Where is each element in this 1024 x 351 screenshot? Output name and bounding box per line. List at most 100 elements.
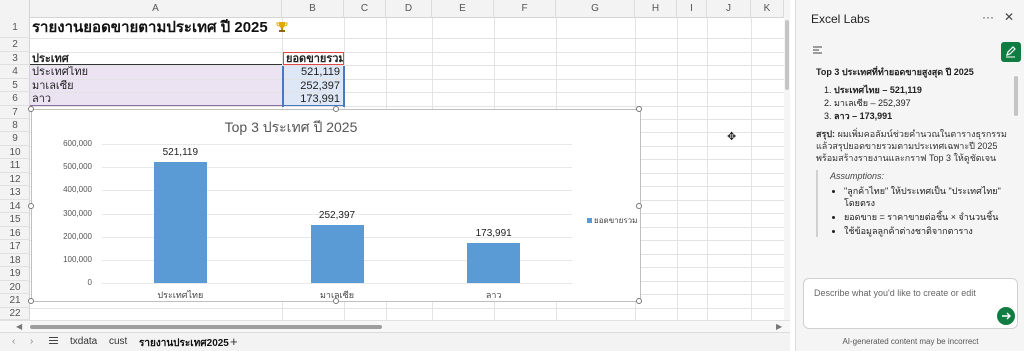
resize-handle[interactable]	[28, 203, 34, 209]
move-cursor-icon: ✥	[727, 131, 737, 143]
row-header[interactable]: 8	[0, 119, 30, 132]
vertical-scrollbar[interactable]	[784, 0, 790, 320]
range-highlight-border	[282, 66, 284, 107]
row-header[interactable]: 6	[0, 92, 30, 106]
column-header-a[interactable]: A	[30, 0, 282, 18]
list-item: มาเลเซีย – 252,397	[834, 97, 1016, 109]
resize-handle[interactable]	[28, 106, 34, 112]
chart-legend[interactable]: ยอดขายรวม	[587, 214, 637, 227]
ai-disclaimer: AI-generated content may be incorrect	[842, 337, 979, 346]
resize-handle[interactable]	[28, 298, 34, 304]
row-header[interactable]: 19	[0, 267, 30, 281]
add-sheet-button[interactable]: +	[230, 334, 238, 349]
menu-icon[interactable]	[812, 44, 824, 58]
bar[interactable]	[310, 224, 364, 283]
resize-handle[interactable]	[636, 203, 642, 209]
row-header[interactable]: 21	[0, 294, 30, 308]
row-header[interactable]: 4	[0, 65, 30, 79]
row-header[interactable]: 20	[0, 281, 30, 294]
scroll-left-icon[interactable]: ◀	[16, 321, 22, 332]
column-header-k[interactable]: K	[751, 0, 784, 18]
column-header-b[interactable]: B	[282, 0, 344, 18]
row-header[interactable]: 15	[0, 213, 30, 227]
tab-prev-icon[interactable]: ‹	[12, 336, 15, 347]
sheet-tab-report-2025[interactable]: รายงานประเทศ2025	[139, 336, 229, 351]
scroll-right-icon[interactable]: ▶	[776, 321, 782, 332]
close-pane-icon[interactable]: ✕	[1004, 10, 1014, 24]
top-countries-list: ประเทศไทย – 521,119 มาเลเซีย – 252,397 ล…	[834, 84, 1016, 122]
header-country-cell[interactable]: ประเทศ	[30, 53, 282, 65]
x-tick-label: ประเทศไทย	[157, 290, 204, 300]
bar[interactable]	[467, 242, 521, 283]
row-header[interactable]: 5	[0, 79, 30, 92]
row-header[interactable]: 17	[0, 240, 30, 254]
row-header[interactable]: 1	[0, 18, 30, 38]
vertical-scroll-thumb[interactable]	[785, 20, 789, 90]
y-tick-label: 0	[87, 278, 92, 287]
row-header-bar: 1 2 3 4 5 6 7 8 9 10 11 12 13 14 15 16 1…	[0, 18, 30, 320]
resize-handle[interactable]	[333, 298, 339, 304]
horizontal-scrollbar[interactable]: ◀ ▶	[0, 320, 790, 332]
sheet-tab-txdata[interactable]: txdata	[70, 336, 97, 347]
sales-cell[interactable]: 521,119	[283, 66, 344, 79]
prompt-input[interactable]: Describe what you'd like to create or ed…	[803, 278, 1018, 329]
column-header-j[interactable]: J	[707, 0, 751, 18]
data-label[interactable]: 252,397	[297, 210, 377, 221]
select-all-corner[interactable]	[0, 0, 30, 18]
range-highlight-border	[343, 66, 345, 107]
column-header-e[interactable]: E	[432, 0, 494, 18]
trophy-icon	[276, 22, 288, 32]
chart-title[interactable]: Top 3 ประเทศ ปี 2025	[32, 117, 550, 139]
all-sheets-menu-icon[interactable]	[48, 335, 59, 349]
list-item: ประเทศไทย – 521,119	[834, 84, 1016, 96]
sales-cell[interactable]: 173,991	[283, 93, 344, 106]
sheet-tab-cust[interactable]: cust	[109, 336, 127, 347]
report-title: รายงานยอดขายตามประเทศ ปี 2025	[32, 19, 268, 36]
more-options-icon[interactable]: ···	[982, 10, 994, 24]
row-header[interactable]: 14	[0, 200, 30, 213]
country-cell[interactable]: ประเทศไทย	[30, 66, 282, 79]
country-cell[interactable]: ลาว	[30, 93, 282, 106]
row-header[interactable]: 16	[0, 227, 30, 240]
send-button[interactable]	[997, 307, 1015, 325]
arrow-right-icon	[1002, 312, 1011, 320]
row-header[interactable]: 11	[0, 159, 30, 173]
column-header-bar: A B C D E F G H I J K	[0, 0, 790, 18]
row-header[interactable]: 13	[0, 186, 30, 200]
spreadsheet[interactable]: A B C D E F G H I J K 1 2 3 4 5 6 7 8 9 …	[0, 0, 790, 332]
column-header-g[interactable]: G	[556, 0, 635, 18]
data-label[interactable]: 521,119	[140, 147, 220, 158]
header-sales-cell[interactable]: ยอดขายรวม	[283, 52, 344, 65]
row-header[interactable]: 22	[0, 308, 30, 320]
edit-icon	[1006, 46, 1016, 58]
resize-handle[interactable]	[636, 298, 642, 304]
y-tick-label: 300,000	[63, 208, 92, 218]
y-tick-label: 200,000	[63, 231, 92, 241]
bar[interactable]	[153, 162, 207, 283]
row-header[interactable]: 10	[0, 146, 30, 159]
row-header[interactable]: 3	[0, 52, 30, 65]
country-cell[interactable]: มาเลเซีย	[30, 80, 282, 92]
horizontal-scroll-thumb[interactable]	[30, 325, 382, 329]
resize-handle[interactable]	[333, 106, 339, 112]
pane-scroll-thumb[interactable]	[1014, 76, 1018, 116]
row-header[interactable]: 7	[0, 106, 30, 119]
tab-next-icon[interactable]: ›	[30, 336, 33, 347]
bar-chart[interactable]: Top 3 ประเทศ ปี 2025 600,000 500,000 400,0…	[28, 106, 642, 304]
row-header[interactable]: 9	[0, 132, 30, 146]
column-header-d[interactable]: D	[386, 0, 432, 18]
response-heading: Top 3 ประเทศที่ทำยอดขายสูงสุด ปี 2025	[816, 67, 974, 77]
sales-cell[interactable]: 252,397	[283, 80, 344, 92]
data-label[interactable]: 173,991	[454, 228, 534, 239]
row-header[interactable]: 18	[0, 254, 30, 267]
new-chat-button[interactable]	[1001, 42, 1021, 62]
column-header-f[interactable]: F	[494, 0, 556, 18]
report-title-cell[interactable]: รายงานยอดขายตามประเทศ ปี 2025	[30, 18, 330, 38]
column-header-c[interactable]: C	[344, 0, 386, 18]
row-header[interactable]: 12	[0, 173, 30, 186]
row-header[interactable]: 2	[0, 38, 30, 52]
column-header-h[interactable]: H	[635, 0, 677, 18]
resize-handle[interactable]	[636, 106, 642, 112]
column-header-i[interactable]: I	[677, 0, 707, 18]
y-tick-label: 100,000	[63, 254, 92, 264]
